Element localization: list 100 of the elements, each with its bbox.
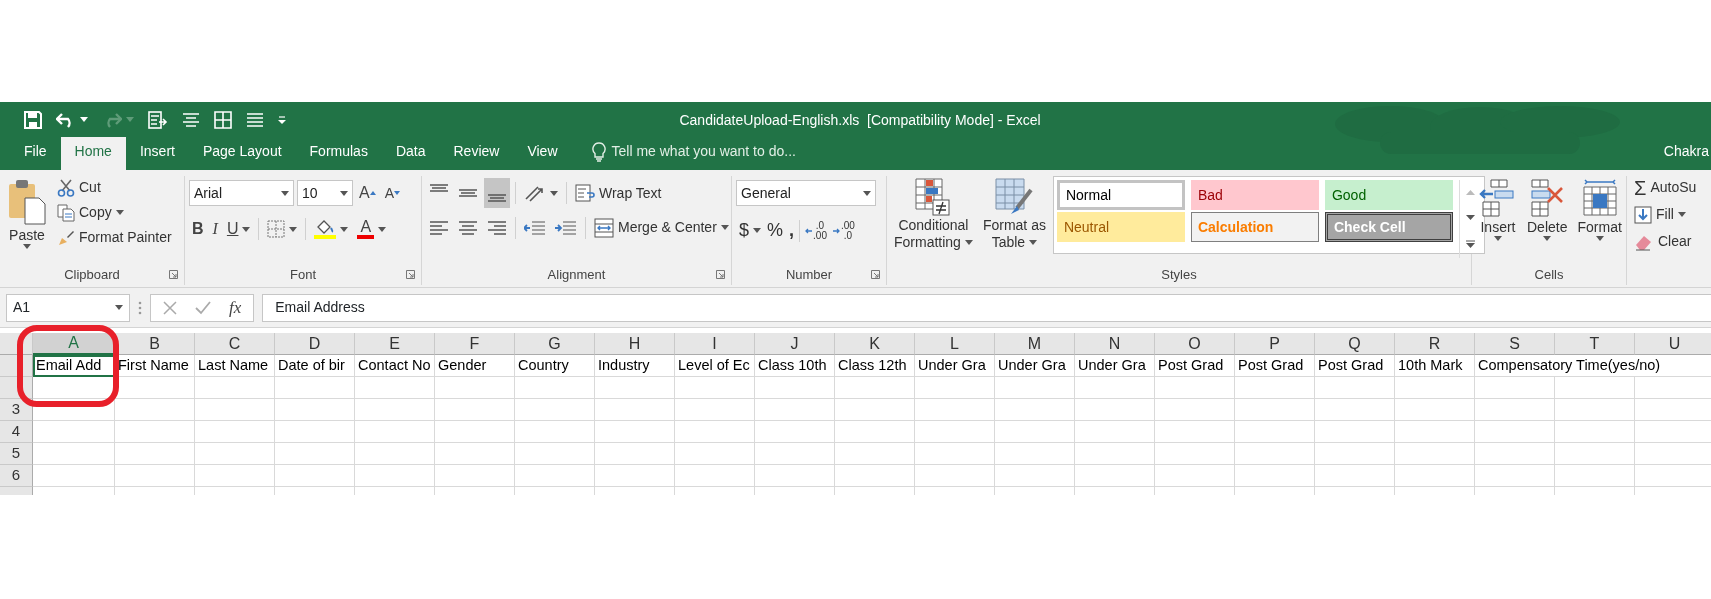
table-cell: Country xyxy=(515,355,595,377)
format-painter-button[interactable]: Format Painter xyxy=(54,226,175,249)
clear-button[interactable]: Clear xyxy=(1631,230,1703,253)
column-header[interactable]: P xyxy=(1235,333,1315,355)
insert-cells-button[interactable]: Insert xyxy=(1476,176,1520,265)
form-icon[interactable] xyxy=(148,110,168,129)
column-header[interactable]: F xyxy=(435,333,515,355)
align-left-icon[interactable] xyxy=(246,112,264,127)
format-cells-button[interactable]: Format xyxy=(1574,176,1625,265)
cell-style-option[interactable]: Bad xyxy=(1190,180,1319,210)
ribbon-tab[interactable]: File xyxy=(10,135,61,170)
font-name-field[interactable]: Arial xyxy=(189,180,294,206)
ribbon-tab[interactable]: View xyxy=(513,135,572,170)
column-header[interactable]: K xyxy=(835,333,915,355)
ribbon-tab[interactable]: Insert xyxy=(125,135,189,170)
underline-button[interactable]: U xyxy=(223,216,254,242)
lightbulb-icon xyxy=(591,141,606,162)
column-header[interactable]: D xyxy=(275,333,355,355)
column-header[interactable]: O xyxy=(1155,333,1235,355)
save-icon[interactable] xyxy=(24,110,42,129)
ribbon-tab[interactable]: Page Layout xyxy=(188,135,296,170)
row-header[interactable]: 4 xyxy=(0,421,33,443)
cut-button[interactable]: Cut xyxy=(54,176,175,199)
merge-cells-icon xyxy=(594,217,614,238)
shrink-font-button[interactable]: A xyxy=(381,181,403,205)
currency-button[interactable]: $ xyxy=(736,216,764,245)
conditional-formatting-button[interactable]: Conditional Formatting xyxy=(891,176,976,265)
italic-button[interactable]: I xyxy=(209,216,221,242)
dialog-launcher-icon[interactable] xyxy=(871,270,880,279)
grow-font-button[interactable]: A xyxy=(356,180,379,206)
customize-caret-icon[interactable] xyxy=(278,115,286,124)
merge-center-button[interactable]: Merge & Center xyxy=(591,216,732,239)
clipboard-icon xyxy=(7,178,47,226)
percent-button[interactable]: % xyxy=(764,216,787,245)
format-as-table-button[interactable]: Format as Table xyxy=(979,176,1049,265)
formula-field[interactable]: Email Address xyxy=(262,293,1711,322)
caret-icon xyxy=(1543,236,1552,242)
window-title: CandidateUpload-English.xls [Compatibility Mode] - Excel xyxy=(678,111,1042,130)
cell-style-option[interactable]: Good xyxy=(1324,180,1453,210)
caret-icon xyxy=(340,226,349,232)
copy-button[interactable]: Copy xyxy=(54,201,175,224)
column-header[interactable]: A xyxy=(33,333,115,355)
column-header[interactable]: S xyxy=(1475,333,1555,355)
column-header[interactable]: C xyxy=(195,333,275,355)
cell-style-option[interactable]: Neutral xyxy=(1056,212,1185,242)
font-size-field[interactable]: 10 xyxy=(297,180,353,206)
insert-function-button[interactable]: fx xyxy=(229,294,242,321)
increase-decimal-button[interactable]: .0 .00 xyxy=(802,219,830,242)
column-header[interactable]: L xyxy=(915,333,995,355)
column-header[interactable]: U xyxy=(1635,333,1711,355)
row-header[interactable]: 5 xyxy=(0,443,33,465)
caret-icon xyxy=(1677,212,1686,217)
column-header[interactable]: B xyxy=(115,333,195,355)
dialog-launcher-icon[interactable] xyxy=(169,270,178,279)
ribbon-tab[interactable]: Data xyxy=(381,135,440,170)
ribbon-tab[interactable]: Home xyxy=(60,135,126,170)
checkmark-icon[interactable] xyxy=(195,300,211,315)
caret-icon xyxy=(115,210,124,215)
borders-icon[interactable] xyxy=(214,110,232,129)
close-icon[interactable] xyxy=(163,300,177,315)
fill-button[interactable]: Fill xyxy=(1631,203,1703,226)
autosum-button[interactable]: Σ AutoSu xyxy=(1631,176,1703,199)
row-header[interactable]: 3 xyxy=(0,399,33,421)
column-header[interactable]: H xyxy=(595,333,675,355)
wrap-text-button[interactable]: Wrap Text xyxy=(572,181,665,205)
column-header[interactable]: E xyxy=(355,333,435,355)
caret-icon xyxy=(281,190,289,196)
row-header[interactable]: 6 xyxy=(0,465,33,487)
ribbon-tab[interactable]: Formulas xyxy=(295,135,382,170)
more-styles-icon[interactable] xyxy=(1465,240,1475,248)
column-header[interactable]: G xyxy=(515,333,595,355)
decrease-decimal-button[interactable]: .00 .0 xyxy=(829,219,858,242)
font-color-button[interactable]: A xyxy=(354,218,390,240)
dialog-launcher-icon[interactable] xyxy=(406,270,415,279)
bold-button[interactable]: B xyxy=(189,216,207,242)
caret-icon xyxy=(115,305,123,310)
number-format-field[interactable]: General xyxy=(736,180,876,206)
account-name[interactable]: Chakra xyxy=(1663,141,1711,170)
lines-icon xyxy=(487,194,507,202)
align-center-icon[interactable] xyxy=(182,112,200,127)
table-cells-icon xyxy=(1580,178,1619,218)
column-header[interactable]: M xyxy=(995,333,1075,355)
column-header[interactable]: T xyxy=(1555,333,1635,355)
cell-style-option[interactable]: Normal xyxy=(1056,180,1185,210)
lines-icon xyxy=(487,218,507,237)
bottom-align-button[interactable] xyxy=(484,178,510,208)
delete-cells-button[interactable]: Delete xyxy=(1524,176,1571,265)
ribbon-tab[interactable]: Review xyxy=(439,135,514,170)
table-cell: Email Add xyxy=(33,355,115,377)
column-header[interactable]: N xyxy=(1075,333,1155,355)
tell-me-search[interactable]: Tell me what you want to do... xyxy=(611,141,796,162)
column-header[interactable]: J xyxy=(755,333,835,355)
dialog-launcher-icon[interactable] xyxy=(716,270,725,279)
column-header[interactable]: Q xyxy=(1315,333,1395,355)
column-header[interactable]: R xyxy=(1395,333,1475,355)
paste-button[interactable]: Paste xyxy=(4,176,50,265)
scroll-down-icon[interactable] xyxy=(1465,215,1475,220)
name-box[interactable]: A1 xyxy=(6,293,130,322)
comma-button[interactable]: , xyxy=(786,216,798,245)
column-header[interactable]: I xyxy=(675,333,755,355)
